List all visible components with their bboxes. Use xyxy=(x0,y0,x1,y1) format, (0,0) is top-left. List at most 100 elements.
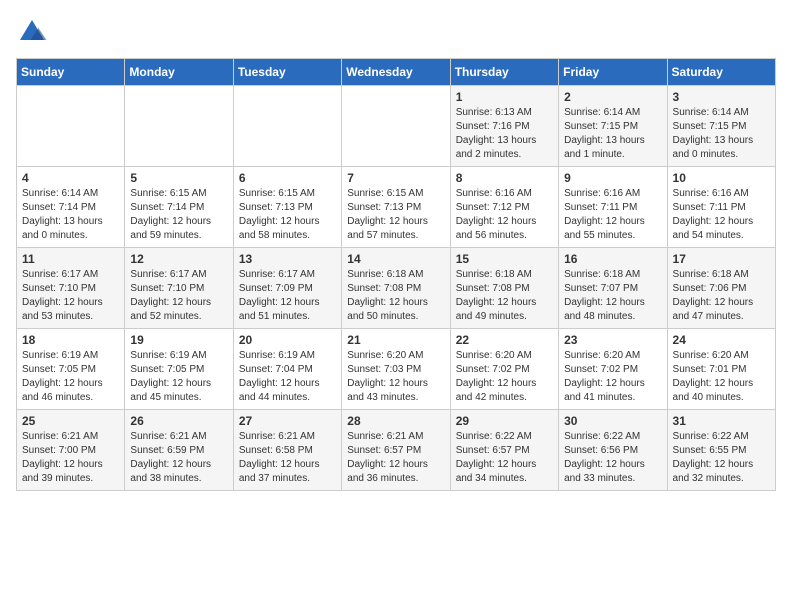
cell-info: Sunrise: 6:21 AM Sunset: 6:58 PM Dayligh… xyxy=(239,430,336,486)
day-number: 10 xyxy=(673,171,770,185)
cell-info: Sunrise: 6:21 AM Sunset: 6:59 PM Dayligh… xyxy=(130,430,227,486)
day-number: 25 xyxy=(22,414,119,428)
day-number: 1 xyxy=(456,90,553,104)
day-header-sunday: Sunday xyxy=(17,59,125,86)
calendar-cell xyxy=(125,86,233,167)
day-number: 9 xyxy=(564,171,661,185)
calendar-cell: 16 Sunrise: 6:18 AM Sunset: 7:07 PM Dayli… xyxy=(559,248,667,329)
day-number: 2 xyxy=(564,90,661,104)
cell-info: Sunrise: 6:22 AM Sunset: 6:55 PM Dayligh… xyxy=(673,430,770,486)
day-header-thursday: Thursday xyxy=(450,59,558,86)
day-number: 7 xyxy=(347,171,444,185)
day-number: 17 xyxy=(673,252,770,266)
calendar-cell: 13Sunrise: 6:17 AM Sunset: 7:09 PM Dayli… xyxy=(233,248,341,329)
calendar-week-row: 4 Sunrise: 6:14 AM Sunset: 7:14 PM Daylig… xyxy=(17,167,776,248)
day-header-saturday: Saturday xyxy=(667,59,775,86)
calendar-cell: 30 Sunrise: 6:22 AM Sunset: 6:56 PM Dayli… xyxy=(559,410,667,491)
calendar-cell: 5 Sunrise: 6:15 AM Sunset: 7:14 PM Daylig… xyxy=(125,167,233,248)
calendar-week-row: 1 Sunrise: 6:13 AM Sunset: 7:16 PM Daylig… xyxy=(17,86,776,167)
calendar-cell: 20 Sunrise: 6:19 AM Sunset: 7:04 PM Dayli… xyxy=(233,329,341,410)
page-header xyxy=(16,16,776,48)
calendar-cell: 15 Sunrise: 6:18 AM Sunset: 7:08 PM Dayli… xyxy=(450,248,558,329)
day-number: 30 xyxy=(564,414,661,428)
cell-info: Sunrise: 6:14 AM Sunset: 7:14 PM Dayligh… xyxy=(22,187,119,243)
day-number: 28 xyxy=(347,414,444,428)
calendar-cell: 1 Sunrise: 6:13 AM Sunset: 7:16 PM Daylig… xyxy=(450,86,558,167)
day-number: 8 xyxy=(456,171,553,185)
day-number: 5 xyxy=(130,171,227,185)
calendar-cell xyxy=(233,86,341,167)
calendar-cell: 9 Sunrise: 6:16 AM Sunset: 7:11 PM Daylig… xyxy=(559,167,667,248)
calendar-cell: 7 Sunrise: 6:15 AM Sunset: 7:13 PM Daylig… xyxy=(342,167,450,248)
cell-info: Sunrise: 6:22 AM Sunset: 6:57 PM Dayligh… xyxy=(456,430,553,486)
logo-icon xyxy=(16,16,48,48)
calendar-cell: 31Sunrise: 6:22 AM Sunset: 6:55 PM Dayli… xyxy=(667,410,775,491)
calendar-cell: 18Sunrise: 6:19 AM Sunset: 7:05 PM Dayli… xyxy=(17,329,125,410)
cell-info: Sunrise: 6:19 AM Sunset: 7:05 PM Dayligh… xyxy=(130,349,227,405)
calendar-cell: 24 Sunrise: 6:20 AM Sunset: 7:01 PM Dayli… xyxy=(667,329,775,410)
cell-info: Sunrise: 6:15 AM Sunset: 7:14 PM Dayligh… xyxy=(130,187,227,243)
day-header-wednesday: Wednesday xyxy=(342,59,450,86)
day-number: 16 xyxy=(564,252,661,266)
day-number: 3 xyxy=(673,90,770,104)
day-number: 14 xyxy=(347,252,444,266)
calendar-cell: 26Sunrise: 6:21 AM Sunset: 6:59 PM Dayli… xyxy=(125,410,233,491)
day-number: 24 xyxy=(673,333,770,347)
cell-info: Sunrise: 6:20 AM Sunset: 7:02 PM Dayligh… xyxy=(456,349,553,405)
cell-info: Sunrise: 6:20 AM Sunset: 7:02 PM Dayligh… xyxy=(564,349,661,405)
calendar-table: SundayMondayTuesdayWednesdayThursdayFrid… xyxy=(16,58,776,491)
day-number: 22 xyxy=(456,333,553,347)
day-number: 4 xyxy=(22,171,119,185)
calendar-cell xyxy=(342,86,450,167)
cell-info: Sunrise: 6:20 AM Sunset: 7:03 PM Dayligh… xyxy=(347,349,444,405)
cell-info: Sunrise: 6:15 AM Sunset: 7:13 PM Dayligh… xyxy=(239,187,336,243)
calendar-cell: 22 Sunrise: 6:20 AM Sunset: 7:02 PM Dayli… xyxy=(450,329,558,410)
day-number: 20 xyxy=(239,333,336,347)
calendar-cell: 23 Sunrise: 6:20 AM Sunset: 7:02 PM Dayli… xyxy=(559,329,667,410)
day-number: 21 xyxy=(347,333,444,347)
day-number: 15 xyxy=(456,252,553,266)
calendar-cell: 8 Sunrise: 6:16 AM Sunset: 7:12 PM Daylig… xyxy=(450,167,558,248)
cell-info: Sunrise: 6:19 AM Sunset: 7:04 PM Dayligh… xyxy=(239,349,336,405)
day-number: 12 xyxy=(130,252,227,266)
cell-info: Sunrise: 6:21 AM Sunset: 7:00 PM Dayligh… xyxy=(22,430,119,486)
calendar-cell: 12 Sunrise: 6:17 AM Sunset: 7:10 PM Dayli… xyxy=(125,248,233,329)
day-number: 27 xyxy=(239,414,336,428)
cell-info: Sunrise: 6:13 AM Sunset: 7:16 PM Dayligh… xyxy=(456,106,553,162)
calendar-cell: 29 Sunrise: 6:22 AM Sunset: 6:57 PM Dayli… xyxy=(450,410,558,491)
cell-info: Sunrise: 6:16 AM Sunset: 7:11 PM Dayligh… xyxy=(564,187,661,243)
calendar-cell: 3 Sunrise: 6:14 AM Sunset: 7:15 PM Daylig… xyxy=(667,86,775,167)
day-header-friday: Friday xyxy=(559,59,667,86)
cell-info: Sunrise: 6:14 AM Sunset: 7:15 PM Dayligh… xyxy=(564,106,661,162)
day-number: 6 xyxy=(239,171,336,185)
cell-info: Sunrise: 6:18 AM Sunset: 7:08 PM Dayligh… xyxy=(456,268,553,324)
calendar-cell xyxy=(17,86,125,167)
cell-info: Sunrise: 6:16 AM Sunset: 7:11 PM Dayligh… xyxy=(673,187,770,243)
cell-info: Sunrise: 6:21 AM Sunset: 6:57 PM Dayligh… xyxy=(347,430,444,486)
cell-info: Sunrise: 6:18 AM Sunset: 7:06 PM Dayligh… xyxy=(673,268,770,324)
cell-info: Sunrise: 6:17 AM Sunset: 7:09 PM Dayligh… xyxy=(239,268,336,324)
cell-info: Sunrise: 6:20 AM Sunset: 7:01 PM Dayligh… xyxy=(673,349,770,405)
calendar-week-row: 25 Sunrise: 6:21 AM Sunset: 7:00 PM Dayli… xyxy=(17,410,776,491)
calendar-cell: 10 Sunrise: 6:16 AM Sunset: 7:11 PM Dayli… xyxy=(667,167,775,248)
cell-info: Sunrise: 6:15 AM Sunset: 7:13 PM Dayligh… xyxy=(347,187,444,243)
calendar-header-row: SundayMondayTuesdayWednesdayThursdayFrid… xyxy=(17,59,776,86)
cell-info: Sunrise: 6:14 AM Sunset: 7:15 PM Dayligh… xyxy=(673,106,770,162)
day-number: 29 xyxy=(456,414,553,428)
calendar-cell: 17 Sunrise: 6:18 AM Sunset: 7:06 PM Dayli… xyxy=(667,248,775,329)
day-number: 11 xyxy=(22,252,119,266)
cell-info: Sunrise: 6:17 AM Sunset: 7:10 PM Dayligh… xyxy=(22,268,119,324)
day-number: 23 xyxy=(564,333,661,347)
cell-info: Sunrise: 6:18 AM Sunset: 7:08 PM Dayligh… xyxy=(347,268,444,324)
cell-info: Sunrise: 6:22 AM Sunset: 6:56 PM Dayligh… xyxy=(564,430,661,486)
calendar-cell: 27 Sunrise: 6:21 AM Sunset: 6:58 PM Dayli… xyxy=(233,410,341,491)
cell-info: Sunrise: 6:18 AM Sunset: 7:07 PM Dayligh… xyxy=(564,268,661,324)
calendar-cell: 11 Sunrise: 6:17 AM Sunset: 7:10 PM Dayli… xyxy=(17,248,125,329)
calendar-cell: 6 Sunrise: 6:15 AM Sunset: 7:13 PM Daylig… xyxy=(233,167,341,248)
calendar-cell: 14 Sunrise: 6:18 AM Sunset: 7:08 PM Dayli… xyxy=(342,248,450,329)
cell-info: Sunrise: 6:17 AM Sunset: 7:10 PM Dayligh… xyxy=(130,268,227,324)
cell-info: Sunrise: 6:16 AM Sunset: 7:12 PM Dayligh… xyxy=(456,187,553,243)
day-number: 19 xyxy=(130,333,227,347)
calendar-cell: 28 Sunrise: 6:21 AM Sunset: 6:57 PM Dayli… xyxy=(342,410,450,491)
day-header-monday: Monday xyxy=(125,59,233,86)
